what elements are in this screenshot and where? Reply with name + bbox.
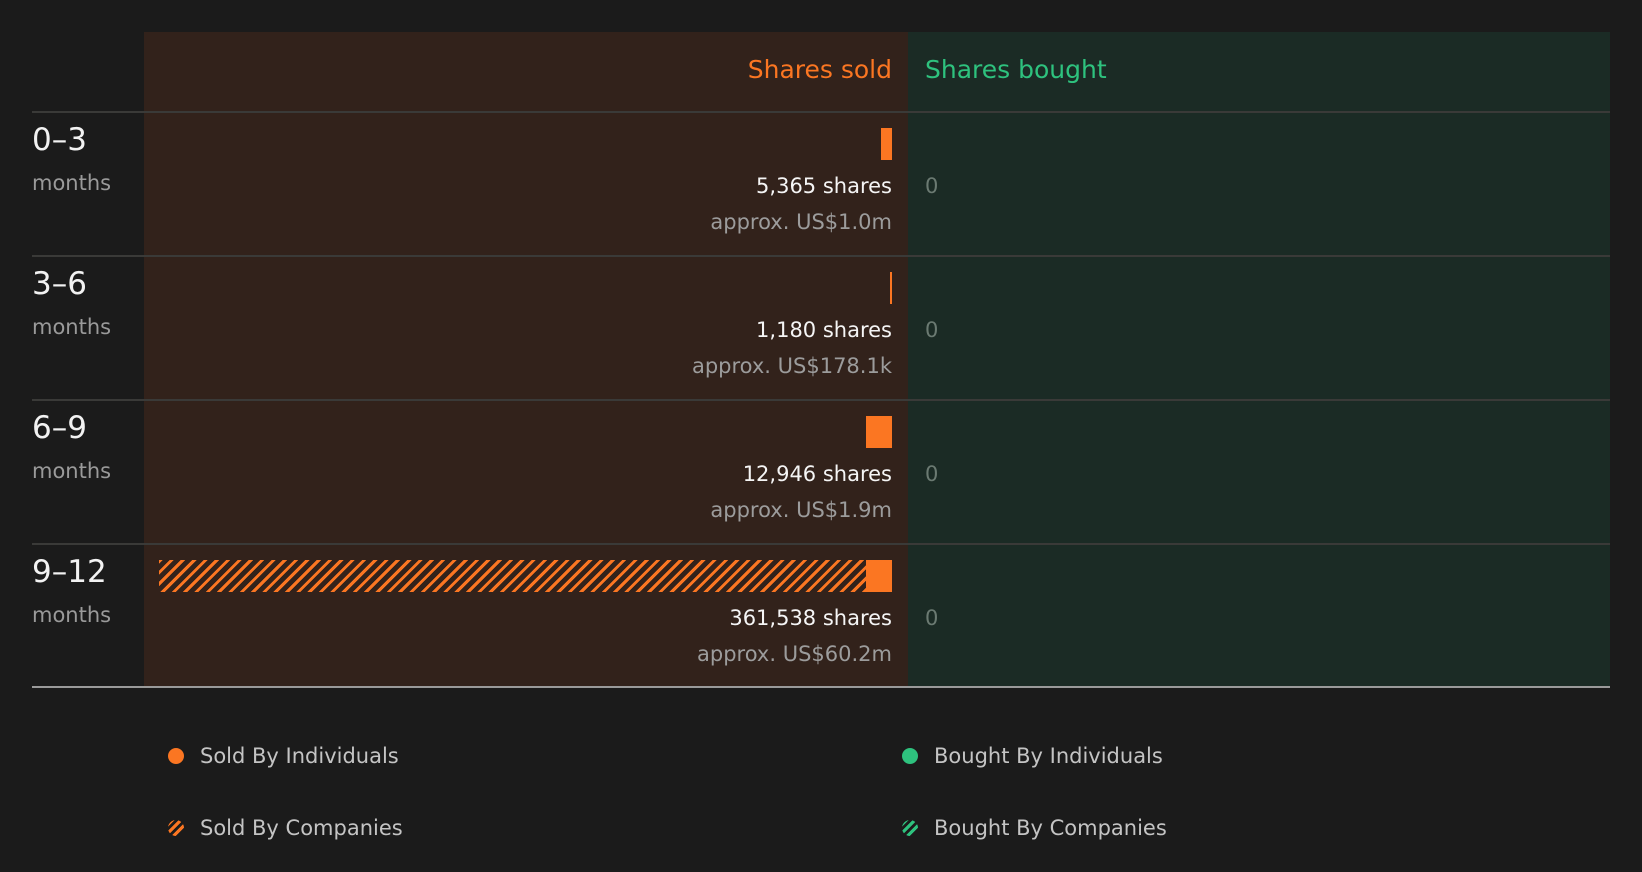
sold-by-individuals-bar [881,128,892,160]
legend-label: Bought By Companies [934,816,1167,840]
shares-sold-value: 1,180 shares [756,318,892,342]
sold-by-companies-bar [159,560,866,592]
shares-sold-value: 361,538 shares [729,606,892,630]
shares-sold-header: Shares sold [747,55,892,84]
period-row: 6–9 months 12,946 shares approx. US$1.9m… [0,400,1642,544]
legend-label: Bought By Individuals [934,744,1163,768]
hatched-orange-dot-icon [168,820,184,836]
sold-by-individuals-bar [865,560,892,592]
period-row: 3–6 months 1,180 shares approx. US$178.1… [0,256,1642,400]
period-row: 9–12 months 361,538 shares approx. US$60… [0,544,1642,688]
hatched-green-dot-icon [902,820,918,836]
legend-label: Sold By Individuals [200,744,399,768]
shares-bought-value: 0 [925,606,939,630]
period-label: 6–9 [32,410,87,446]
orange-dot-icon [168,748,184,764]
period-label: 9–12 [32,554,107,590]
legend-label: Sold By Companies [200,816,403,840]
period-unit: months [32,459,112,483]
legend-sold-by-individuals[interactable]: Sold By Individuals [168,742,399,770]
shares-sold-value: 5,365 shares [756,174,892,198]
sold-by-individuals-bar [889,272,892,304]
shares-bought-value: 0 [925,462,939,486]
shares-sold-approx-value: approx. US$1.9m [710,498,892,522]
shares-bought-value: 0 [925,318,939,342]
shares-sold-approx-value: approx. US$60.2m [697,642,892,666]
period-row: 0–3 months 5,365 shares approx. US$1.0m … [0,112,1642,256]
period-unit: months [32,171,112,195]
legend-sold-by-companies[interactable]: Sold By Companies [168,814,403,842]
sold-by-individuals-bar [865,416,892,448]
green-dot-icon [902,748,918,764]
period-label: 3–6 [32,266,87,302]
period-unit: months [32,603,112,627]
legend-bought-by-individuals[interactable]: Bought By Individuals [902,742,1163,770]
legend-bought-by-companies[interactable]: Bought By Companies [902,814,1167,842]
shares-bought-header: Shares bought [925,55,1107,84]
shares-sold-value: 12,946 shares [742,462,892,486]
period-label: 0–3 [32,122,87,158]
shares-bought-value: 0 [925,174,939,198]
period-unit: months [32,315,112,339]
shares-sold-approx-value: approx. US$178.1k [691,354,892,378]
shares-sold-approx-value: approx. US$1.0m [710,210,892,234]
